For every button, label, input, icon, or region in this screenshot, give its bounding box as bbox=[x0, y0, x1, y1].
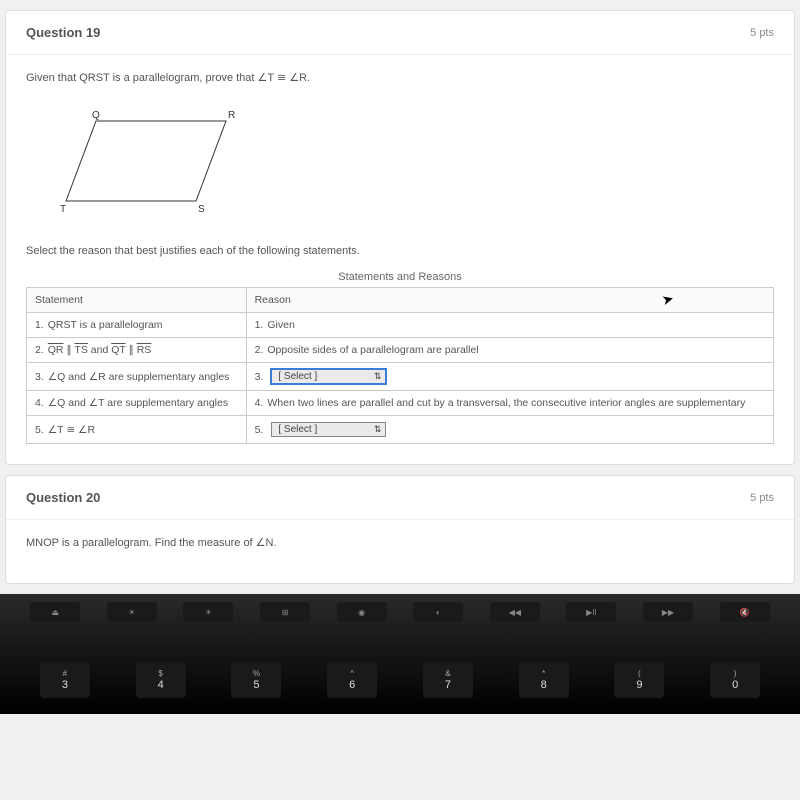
prompt-math: ∠T ≅ ∠R. bbox=[258, 72, 311, 84]
reason-num: 4. bbox=[255, 397, 264, 409]
table-row: 3. ∠Q and ∠R are supplementary angles 3. [… bbox=[27, 363, 774, 391]
proof-table: Statement Reason 1. QRST is a parallelogr… bbox=[26, 287, 774, 444]
key: $4 bbox=[136, 662, 186, 698]
row-num: 1. bbox=[35, 319, 44, 331]
question-points: 5 pts bbox=[750, 27, 774, 39]
stmt-text: QRST is a parallelogram bbox=[48, 319, 163, 331]
question-points: 5 pts bbox=[750, 492, 774, 504]
reason-select-5[interactable]: [ Select ] bbox=[271, 422, 386, 437]
reason-text: Given bbox=[267, 319, 294, 331]
fn-key: ◉ bbox=[337, 602, 387, 622]
key: #3 bbox=[40, 662, 90, 698]
fn-key: ◀◀ bbox=[490, 602, 540, 622]
reason-text: When two lines are parallel and cut by a… bbox=[267, 397, 745, 409]
reason-num: 5. bbox=[255, 424, 264, 436]
table-row: 1.QRST is a parallelogram 1.Given bbox=[27, 313, 774, 338]
fn-key: ⊞ bbox=[260, 602, 310, 622]
stmt-text: QR ∥ TS and QT ∥ RS bbox=[48, 344, 152, 356]
parallelogram-figure: Q R S T bbox=[56, 106, 256, 216]
row-num: 3. bbox=[35, 371, 44, 383]
question-header: Question 19 5 pts bbox=[6, 11, 794, 55]
fn-key: ⏏ bbox=[30, 602, 80, 622]
table-caption: Statements and Reasons bbox=[26, 267, 774, 287]
fn-key: ▶▶ bbox=[643, 602, 693, 622]
laptop-keyboard-area: ⏏ ☀ ☀ ⊞ ◉ ◐ ◀◀ ▶II ▶▶ 🔇 #3 $4 %5 ^6 &7 *… bbox=[0, 594, 800, 714]
prompt-prefix: Given that QRST is a parallelogram, prov… bbox=[26, 72, 258, 84]
reason-select-3[interactable]: [ Select ] bbox=[271, 369, 386, 384]
header-reason: Reason bbox=[246, 288, 773, 313]
key: *8 bbox=[519, 662, 569, 698]
row-num: 4. bbox=[35, 397, 44, 409]
reason-text: Opposite sides of a parallelogram are pa… bbox=[267, 344, 478, 356]
row-num: 5. bbox=[35, 424, 44, 436]
table-row: 5. ∠T ≅ ∠R 5. [ Select ] bbox=[27, 416, 774, 444]
stmt-text: ∠T ≅ ∠R bbox=[48, 424, 95, 436]
fn-key: ☀ bbox=[107, 602, 157, 622]
question-title: Question 19 bbox=[26, 25, 100, 40]
reason-num: 1. bbox=[255, 319, 264, 331]
fn-key: ☀ bbox=[183, 602, 233, 622]
function-key-row: ⏏ ☀ ☀ ⊞ ◉ ◐ ◀◀ ▶II ▶▶ 🔇 bbox=[0, 594, 800, 622]
question-body: MNOP is a parallelogram. Find the measur… bbox=[6, 520, 794, 583]
stmt-text: ∠Q and ∠T are supplementary angles bbox=[48, 397, 228, 409]
stmt-text: ∠Q and ∠R are supplementary angles bbox=[48, 371, 230, 383]
label-s: S bbox=[198, 204, 205, 215]
question-title: Question 20 bbox=[26, 490, 100, 505]
question-body: Given that QRST is a parallelogram, prov… bbox=[6, 55, 794, 464]
key: %5 bbox=[231, 662, 281, 698]
fn-key: ◐ bbox=[413, 602, 463, 622]
label-q: Q bbox=[92, 110, 100, 121]
header-statement: Statement bbox=[27, 288, 247, 313]
row-num: 2. bbox=[35, 344, 44, 356]
key: (9 bbox=[614, 662, 664, 698]
key: &7 bbox=[423, 662, 473, 698]
reason-num: 2. bbox=[255, 344, 264, 356]
label-r: R bbox=[228, 110, 235, 121]
instruction-text: Select the reason that best justifies ea… bbox=[26, 245, 774, 257]
key: ^6 bbox=[327, 662, 377, 698]
question-prompt: MNOP is a parallelogram. Find the measur… bbox=[26, 536, 774, 549]
label-t: T bbox=[60, 204, 66, 215]
reason-num: 3. bbox=[255, 371, 264, 383]
table-row: 4.∠Q and ∠T are supplementary angles 4.W… bbox=[27, 391, 774, 416]
number-key-row: #3 $4 %5 ^6 &7 *8 (9 )0 bbox=[0, 622, 800, 698]
key: )0 bbox=[710, 662, 760, 698]
question-prompt: Given that QRST is a parallelogram, prov… bbox=[26, 71, 774, 84]
fn-key: ▶II bbox=[566, 602, 616, 622]
table-row: 2.QR ∥ TS and QT ∥ RS 2.Opposite sides o… bbox=[27, 338, 774, 363]
question-header: Question 20 5 pts bbox=[6, 476, 794, 520]
fn-key: 🔇 bbox=[720, 602, 770, 622]
question-20-card: Question 20 5 pts MNOP is a parallelogra… bbox=[5, 475, 795, 584]
question-19-card: Question 19 5 pts Given that QRST is a p… bbox=[5, 10, 795, 465]
